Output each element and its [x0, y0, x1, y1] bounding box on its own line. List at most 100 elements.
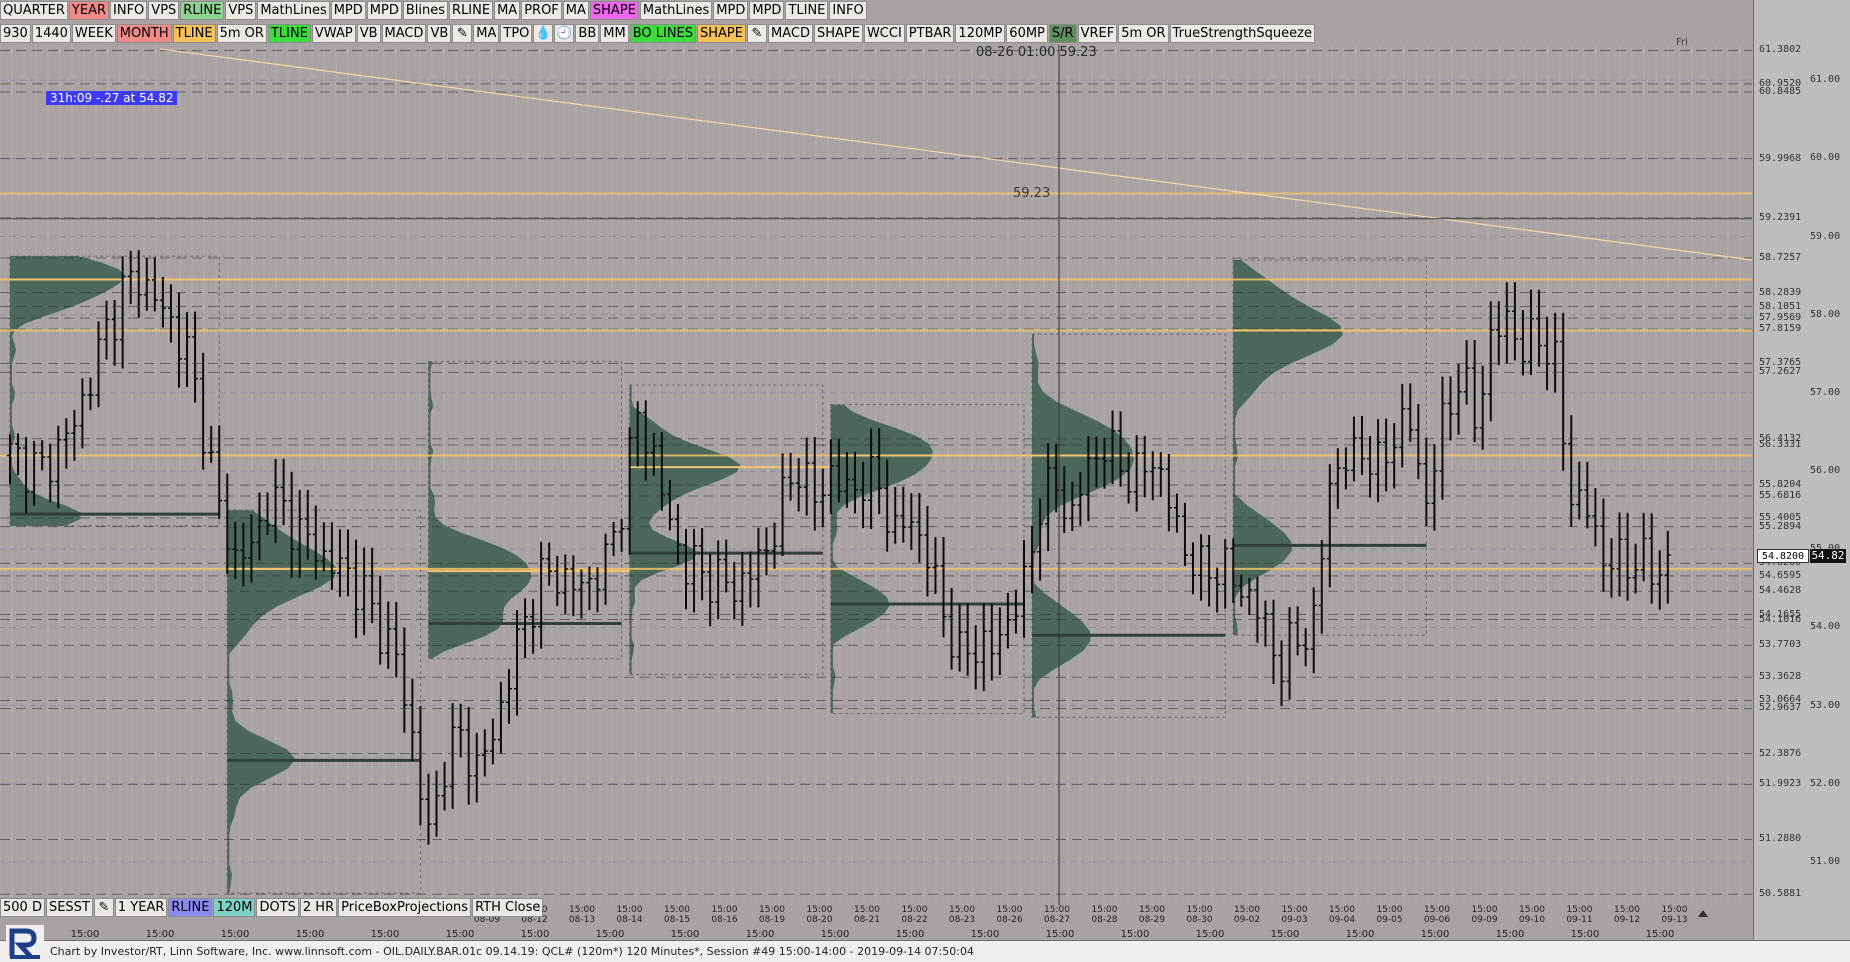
- session-time-label: 15:00: [1567, 905, 1593, 915]
- tb2-bo-lines-button[interactable]: BO LINES: [629, 24, 697, 43]
- tb3-1-year-button[interactable]: 1 YEAR: [114, 898, 168, 917]
- tb3-rth-close-button[interactable]: RTH Close: [472, 898, 544, 917]
- tb1-blines-button[interactable]: Blines: [402, 1, 449, 20]
- tb1-tline-button[interactable]: TLINE: [785, 1, 829, 20]
- date-label: 08-20: [806, 915, 832, 925]
- clock-icon[interactable]: 🕘: [554, 24, 575, 43]
- tb2-tline-button[interactable]: TLINE: [267, 24, 311, 43]
- tb2-s-r-button[interactable]: S/R: [1048, 24, 1077, 43]
- tb1-mpd-button[interactable]: MPD: [366, 1, 402, 20]
- last-price-tag: 54.8200: [1757, 549, 1809, 563]
- session-time-label: 15:00: [1472, 905, 1498, 915]
- session-time-label: 15:00: [1424, 905, 1450, 915]
- price-bar: [1447, 376, 1454, 441]
- tb1-ma-button[interactable]: MA: [494, 1, 521, 20]
- tb3-dots-button[interactable]: DOTS: [256, 898, 299, 917]
- price-bar: [996, 607, 1003, 676]
- tb1-rline-button[interactable]: RLINE: [180, 1, 225, 20]
- hour-label: 15:00: [1046, 929, 1075, 940]
- tb1-vps-button[interactable]: VPS: [148, 1, 180, 20]
- tb2-week-button[interactable]: WEEK: [71, 24, 116, 43]
- tb1-vps-button[interactable]: VPS: [225, 1, 257, 20]
- tb1-mathlines-button[interactable]: MathLines: [639, 1, 713, 20]
- tb3-priceboxprojections-button[interactable]: PriceBoxProjections: [338, 898, 472, 917]
- price-bar: [1334, 448, 1341, 509]
- tb2-vref-button[interactable]: VREF: [1077, 24, 1118, 43]
- hour-label: 15:00: [821, 929, 850, 940]
- price-bar: [216, 425, 223, 520]
- tb2-vb-button[interactable]: VB: [427, 24, 452, 43]
- tb1-mpd-button[interactable]: MPD: [749, 1, 785, 20]
- tb1-mpd-button[interactable]: MPD: [713, 1, 749, 20]
- tb2-5m-or-button[interactable]: 5m OR: [216, 24, 267, 43]
- pencil-icon[interactable]: ✎: [452, 24, 473, 43]
- tb2-tline-button[interactable]: TLINE: [172, 24, 216, 43]
- tb2-wcci-button[interactable]: WCCI: [863, 24, 905, 43]
- tb2-1440-button[interactable]: 1440: [31, 24, 71, 43]
- tb2-ma-button[interactable]: MA: [473, 24, 500, 43]
- tb2-120mp-button[interactable]: 120MP: [955, 24, 1006, 43]
- level-price-label: 58.1051: [1759, 300, 1802, 312]
- tb2-shape-button[interactable]: SHAPE: [697, 24, 746, 43]
- price-bar: [79, 378, 86, 449]
- tb1-info-button[interactable]: INFO: [110, 1, 148, 20]
- tb3-500-d-button[interactable]: 500 D: [0, 898, 45, 917]
- tb1-mpd-button[interactable]: MPD: [330, 1, 366, 20]
- tb2-5m-or-button[interactable]: 5m OR: [1118, 24, 1169, 43]
- tb1-info-button[interactable]: INFO: [829, 1, 867, 20]
- price-bar: [988, 603, 995, 681]
- price-bar: [1640, 512, 1647, 582]
- tb2-shape-button[interactable]: SHAPE: [813, 24, 863, 43]
- tb1-rline-button[interactable]: RLINE: [449, 1, 494, 20]
- tb2-macd-button[interactable]: MACD: [768, 24, 813, 43]
- level-price-label: 61.3802: [1759, 44, 1802, 56]
- date-label: 08-23: [949, 915, 975, 925]
- scroll-marker-icon[interactable]: [1698, 910, 1708, 917]
- tb2-60mp-button[interactable]: 60MP: [1006, 24, 1048, 43]
- tb3-sesst-button[interactable]: SESST: [45, 898, 93, 917]
- tb2-vb-button[interactable]: VB: [356, 24, 381, 43]
- tb2-ptbar-button[interactable]: PTBAR: [905, 24, 955, 43]
- pencil-icon[interactable]: ✎: [93, 898, 114, 917]
- tb3-rline-button[interactable]: RLINE: [168, 898, 213, 917]
- tb2-macd-button[interactable]: MACD: [381, 24, 427, 43]
- price-bar: [1616, 512, 1623, 597]
- top-toolbar: QUARTER YEAR INFO VPS RLINE VPS MathLines MPD MP…: [0, 1, 867, 20]
- price-bar: [63, 418, 70, 469]
- level-price-label: 55.6816: [1759, 489, 1802, 501]
- tb2-tpo-button[interactable]: TPO: [500, 24, 533, 43]
- price-bar: [1407, 383, 1414, 442]
- droplet-icon[interactable]: 💧: [533, 24, 554, 43]
- day-of-week-label: Fri: [1676, 37, 1688, 48]
- session-time-label: 15:00: [569, 905, 595, 915]
- tb2-mm-button[interactable]: MM: [600, 24, 629, 43]
- tb2-truestrengthsqueeze-button[interactable]: TrueStrengthSqueeze: [1169, 24, 1315, 43]
- level-price-label: 58.7257: [1759, 251, 1802, 263]
- tb2-930-button[interactable]: 930: [0, 24, 31, 43]
- price-bar: [1487, 301, 1494, 422]
- tb3-120m-button[interactable]: 120M: [213, 898, 256, 917]
- hour-label: 15:00: [1346, 929, 1375, 940]
- crosshair-readout: 08-26 01:00 59.23: [976, 45, 1097, 60]
- price-chart[interactable]: 15:0008-0915:0008-1215:0008-1315:0008-14…: [0, 0, 1850, 962]
- price-bar: [1519, 309, 1526, 376]
- price-bar: [385, 601, 392, 669]
- price-bar: [449, 703, 456, 809]
- tb2-vwap-button[interactable]: VWAP: [311, 24, 356, 43]
- tb2-bb-button[interactable]: BB: [575, 24, 600, 43]
- price-bar: [1528, 289, 1534, 376]
- price-bar: [1495, 301, 1502, 366]
- price-bar: [441, 761, 448, 811]
- pencil-icon[interactable]: ✎: [747, 24, 767, 43]
- hour-label: 15:00: [221, 929, 250, 940]
- tb1-ma-button[interactable]: MA: [562, 1, 589, 20]
- hour-label: 15:00: [671, 929, 700, 940]
- tb3-2-hr-button[interactable]: 2 HR: [299, 898, 338, 917]
- tb1-quarter-button[interactable]: QUARTER: [0, 1, 68, 20]
- price-axis-tick: 60.00: [1810, 152, 1841, 164]
- tb1-shape-button[interactable]: SHAPE: [589, 1, 639, 20]
- tb1-year-button[interactable]: YEAR: [68, 1, 110, 20]
- tb1-mathlines-button[interactable]: MathLines: [257, 1, 330, 20]
- tb2-month-button[interactable]: MONTH: [116, 24, 172, 43]
- tb1-prof-button[interactable]: PROF: [521, 1, 562, 20]
